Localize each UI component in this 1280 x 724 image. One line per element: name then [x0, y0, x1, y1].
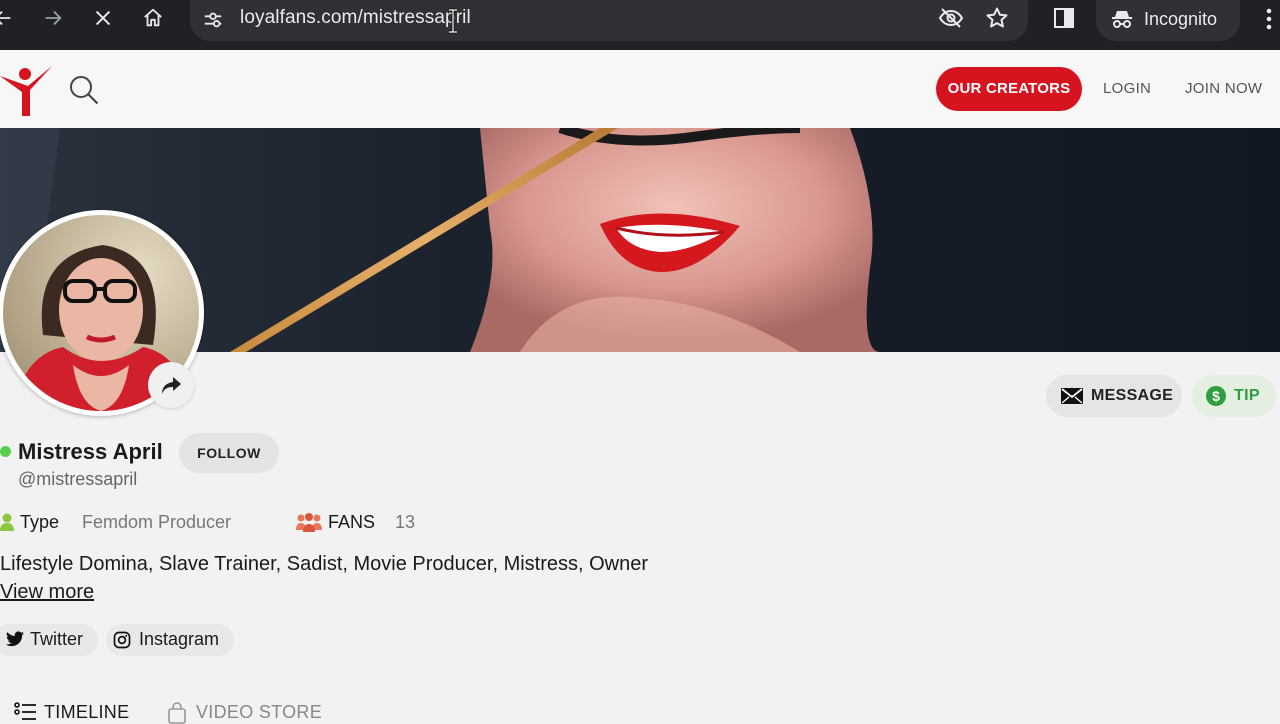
svg-text:$: $: [1212, 388, 1220, 404]
dollar-coin-icon: $: [1206, 386, 1226, 406]
instagram-label: Instagram: [139, 629, 220, 649]
list-icon: [14, 702, 36, 720]
login-button[interactable]: LOGIN: [1103, 80, 1151, 97]
search-icon[interactable]: [68, 74, 100, 106]
twitter-label: Twitter: [30, 629, 84, 649]
type-value: Femdom Producer: [82, 512, 232, 532]
tip-label: TIP: [1234, 387, 1260, 404]
message-label: MESSAGE: [1091, 387, 1174, 404]
site-header: OUR CREATORS LOGIN JOIN NOW: [0, 50, 1280, 128]
browser-toolbar: loyalfans.com/mistressapril Incognito: [0, 0, 1280, 50]
eye-off-icon[interactable]: [938, 7, 964, 29]
instagram-icon: [113, 631, 131, 649]
twitter-link[interactable]: Twitter: [0, 624, 98, 656]
share-arrow-icon: [162, 377, 181, 394]
incognito-indicator[interactable]: Incognito: [1096, 0, 1240, 41]
view-more-link[interactable]: View more: [0, 581, 94, 604]
profile-handle: @mistressapril: [18, 469, 138, 489]
user-icon: [0, 513, 14, 531]
type-label: Type: [20, 512, 60, 532]
site-settings-icon[interactable]: [202, 9, 224, 31]
url-text[interactable]: loyalfans.com/mistressapril: [240, 7, 471, 29]
text-cursor-icon: [449, 8, 457, 34]
loyalfans-logo-icon[interactable]: [0, 62, 54, 118]
our-creators-button[interactable]: OUR CREATORS: [936, 67, 1082, 111]
twitter-icon: [6, 631, 24, 647]
bag-icon: [168, 702, 186, 724]
stop-loading-icon[interactable]: [92, 7, 114, 29]
forward-arrow-icon[interactable]: [42, 7, 64, 29]
incognito-label: Incognito: [1144, 9, 1218, 29]
envelope-icon: [1061, 388, 1083, 404]
bookmark-star-icon[interactable]: [985, 6, 1009, 30]
home-icon[interactable]: [142, 7, 164, 29]
side-panel-icon[interactable]: [1053, 7, 1075, 29]
online-status-dot: [0, 446, 11, 457]
fans-label: FANS: [328, 512, 376, 532]
fans-group-icon: [296, 513, 322, 532]
follow-button[interactable]: FOLLOW: [179, 433, 279, 473]
join-now-button[interactable]: JOIN NOW: [1185, 80, 1262, 97]
back-arrow-icon[interactable]: [0, 7, 14, 29]
message-button[interactable]: MESSAGE: [1046, 375, 1182, 417]
fans-count: 13: [395, 512, 416, 532]
instagram-link[interactable]: Instagram: [106, 624, 234, 656]
kebab-menu-icon[interactable]: [1262, 6, 1276, 32]
tip-button[interactable]: $ TIP: [1192, 375, 1276, 417]
profile-bio: Lifestyle Domina, Slave Trainer, Sadist,…: [0, 553, 649, 575]
address-bar[interactable]: loyalfans.com/mistressapril: [190, 0, 1028, 41]
incognito-icon: [1112, 11, 1132, 28]
profile-name: Mistress April: [18, 439, 163, 464]
share-button[interactable]: [148, 362, 194, 408]
